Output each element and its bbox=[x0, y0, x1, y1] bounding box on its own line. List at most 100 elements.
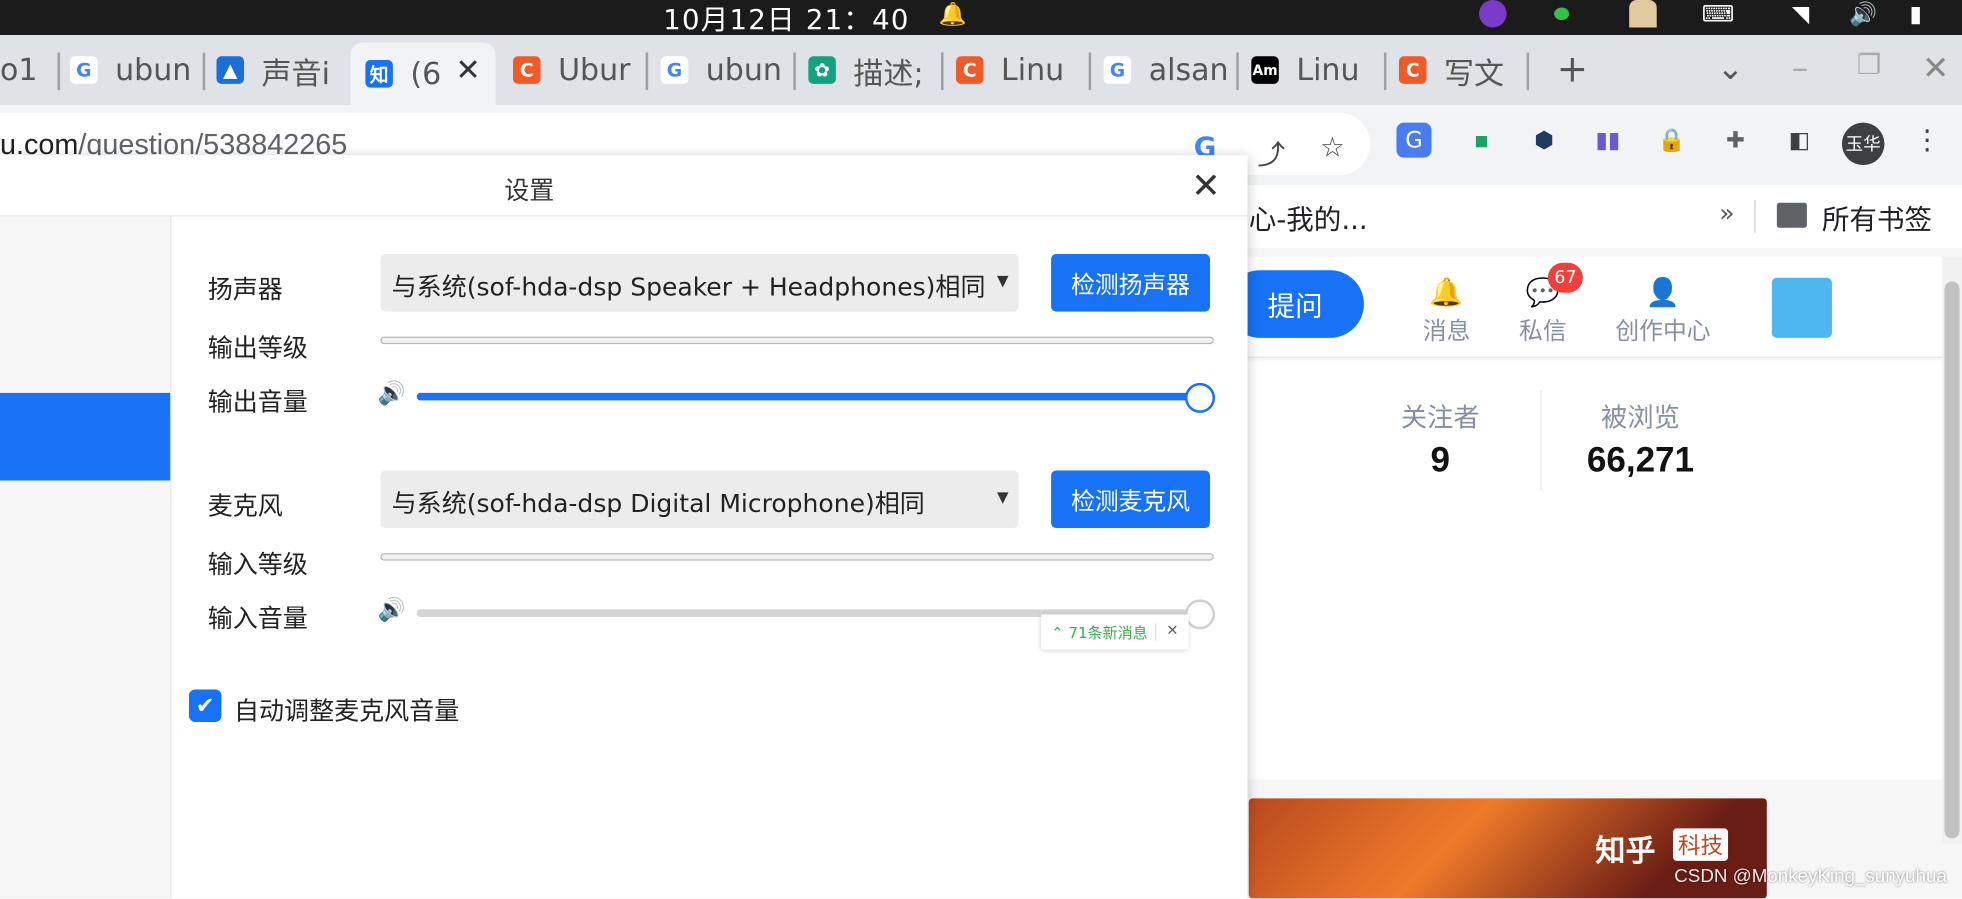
tab-title: (6 bbox=[410, 56, 442, 92]
browser-tab-strip: o1 G ubun ▲ 声音i 知 (6 ✕ C Ubur G ubun ✿ 描… bbox=[0, 35, 1962, 106]
tab-9[interactable]: G alsan bbox=[1103, 43, 1239, 98]
tab-11[interactable]: C 写文 bbox=[1398, 43, 1530, 98]
tab-title: Linu bbox=[1001, 52, 1065, 88]
settings-sidebar bbox=[0, 216, 172, 899]
creator-person-icon: 👤 bbox=[1645, 277, 1681, 310]
wifi-icon[interactable]: ◥ bbox=[1792, 0, 1809, 28]
nav-label: 消息 bbox=[1422, 317, 1471, 346]
tab-7[interactable]: ✿ 描述; bbox=[808, 43, 944, 98]
lock-extension-icon[interactable]: 🔒 bbox=[1654, 123, 1689, 158]
user-avatar[interactable] bbox=[1771, 277, 1832, 338]
auto-adjust-checkbox[interactable]: ✔ bbox=[188, 689, 222, 723]
input-volume-label: 输入音量 bbox=[207, 603, 308, 634]
speaker-select[interactable]: 与系统(sof-hda-dsp Speaker + Headphones)相同 … bbox=[380, 254, 1019, 312]
test-mic-button[interactable]: 检测麦克风 bbox=[1051, 470, 1211, 529]
dropdown-arrow-icon: ▼ bbox=[996, 488, 1009, 506]
chart-app-icon: ▲ bbox=[216, 56, 245, 84]
input-volume-knob bbox=[1184, 599, 1216, 630]
tab-title: Ubur bbox=[558, 52, 631, 88]
tab-5[interactable]: C Ubur bbox=[513, 43, 649, 98]
nav-creator-center[interactable]: 👤 创作中心 bbox=[1607, 278, 1720, 347]
speaker-volume-icon[interactable]: 🔊 bbox=[378, 380, 406, 406]
sidebar-item-audio-selected[interactable] bbox=[0, 392, 171, 481]
bookmarks-divider bbox=[1754, 200, 1756, 233]
new-messages-toast[interactable]: ⌃ 71条新消息 × bbox=[1041, 614, 1189, 650]
watermark: CSDN @MonkeyKing_sunyuhua bbox=[1674, 865, 1947, 888]
mic-select-value: 与系统(sof-hda-dsp Digital Microphone)相同 bbox=[391, 488, 925, 519]
purple-extension-icon[interactable]: ▮▮ bbox=[1590, 123, 1625, 158]
output-volume-fill bbox=[416, 392, 1200, 401]
csdn-icon: C bbox=[513, 56, 541, 84]
tab-search-chevron-icon[interactable]: ⌄ bbox=[1717, 50, 1744, 88]
minimize-icon[interactable]: – bbox=[1792, 50, 1808, 88]
keyboard-icon[interactable]: ⌨ bbox=[1702, 0, 1735, 28]
bookmarks-more-chevron[interactable]: » bbox=[1719, 198, 1734, 228]
profile-avatar[interactable]: 玉华 bbox=[1841, 122, 1885, 166]
toast-divider bbox=[1154, 623, 1157, 641]
output-volume-slider[interactable] bbox=[416, 382, 1216, 413]
chatgpt-icon: ✿ bbox=[808, 56, 836, 84]
new-tab-plus-icon[interactable]: + bbox=[1557, 48, 1588, 92]
tab-2[interactable]: G ubun bbox=[70, 43, 206, 98]
csdn-icon: C bbox=[1398, 56, 1427, 84]
csdn-icon: C bbox=[955, 56, 984, 84]
mic-select[interactable]: 与系统(sof-hda-dsp Digital Microphone)相同 ▼ bbox=[380, 470, 1019, 529]
dark-extension-icon[interactable]: ⬢ bbox=[1527, 123, 1562, 158]
tab-zhihu-active[interactable]: 知 (6 ✕ bbox=[350, 42, 496, 106]
zhihu-icon: 知 bbox=[365, 60, 393, 88]
volume-icon[interactable]: 🔊 bbox=[1849, 0, 1877, 28]
puzzle-extensions-icon[interactable]: ✚ bbox=[1718, 123, 1753, 158]
battery-icon[interactable]: ▮ bbox=[1909, 0, 1921, 28]
tab-8[interactable]: C Linu bbox=[955, 43, 1092, 98]
page-scrollbar[interactable] bbox=[1942, 256, 1962, 845]
dialog-title: 设置 bbox=[504, 175, 555, 206]
test-speaker-button[interactable]: 检测扬声器 bbox=[1051, 254, 1211, 312]
dialog-close-icon[interactable]: ✕ bbox=[1191, 165, 1220, 206]
toast-text: ⌃ 71条新消息 bbox=[1051, 623, 1148, 642]
folder-icon bbox=[1776, 202, 1807, 228]
google-icon: G bbox=[1103, 56, 1132, 84]
side-panel-icon[interactable]: ◧ bbox=[1782, 123, 1817, 158]
mic-label: 麦克风 bbox=[207, 490, 283, 521]
window-close-icon[interactable]: ✕ bbox=[1922, 50, 1949, 88]
tab-close-icon[interactable]: ✕ bbox=[455, 53, 480, 88]
share-icon[interactable]: ⤴ bbox=[1258, 133, 1286, 173]
tab-title: Linu bbox=[1296, 52, 1360, 88]
views-count: 66,271 bbox=[1586, 440, 1695, 480]
system-clock[interactable]: 10月12日 21：40 bbox=[663, 0, 909, 38]
tab-6[interactable]: G ubun bbox=[660, 43, 796, 98]
tab-title: 声音i bbox=[261, 55, 330, 91]
output-volume-label: 输出音量 bbox=[207, 386, 308, 417]
toast-close-icon[interactable]: × bbox=[1166, 621, 1179, 639]
tab-1[interactable]: o1 bbox=[0, 43, 61, 98]
all-bookmarks[interactable]: 所有书签 bbox=[1822, 198, 1932, 238]
menu-kebab-icon[interactable]: ⋮ bbox=[1909, 123, 1944, 158]
tab-title: alsan bbox=[1148, 52, 1229, 88]
maximize-icon[interactable]: ❐ bbox=[1857, 50, 1882, 81]
bookmark-item[interactable]: 心-我的... bbox=[1249, 198, 1368, 238]
translate-extension-icon[interactable]: G bbox=[1396, 122, 1432, 158]
wechat-icon[interactable] bbox=[1554, 0, 1570, 28]
auto-adjust-label: 自动调整麦克风音量 bbox=[233, 695, 460, 726]
dialog-title-bar: 设置 ✕ bbox=[0, 155, 1248, 217]
tab-10[interactable]: Am Linu bbox=[1251, 43, 1387, 98]
bell-icon[interactable]: 🔔 bbox=[938, 0, 966, 28]
dropdown-arrow-icon: ▼ bbox=[996, 271, 1009, 290]
green-extension-icon[interactable]: ▪ bbox=[1464, 123, 1499, 158]
tab-3[interactable]: ▲ 声音i bbox=[216, 43, 341, 98]
scrollbar-thumb[interactable] bbox=[1944, 281, 1960, 839]
tab-title: 写文 bbox=[1444, 55, 1505, 91]
star-bookmark-icon[interactable]: ☆ bbox=[1320, 133, 1345, 164]
banner-title: 知乎 bbox=[1595, 833, 1656, 869]
flame-app-icon[interactable] bbox=[1477, 0, 1510, 28]
output-volume-knob[interactable] bbox=[1184, 382, 1216, 413]
unread-badge: 67 bbox=[1547, 262, 1583, 293]
settings-dialog: 设置 ✕ 扬声器 与系统(sof-hda-dsp Speaker + Headp… bbox=[0, 155, 1248, 899]
tab-title: ubun bbox=[705, 52, 782, 88]
followers-count[interactable]: 9 bbox=[1340, 440, 1540, 480]
cat-app-icon[interactable] bbox=[1627, 0, 1660, 28]
nav-messages[interactable]: 🔔 消息 bbox=[1403, 278, 1491, 347]
google-icon: G bbox=[70, 56, 98, 84]
bell-icon: 🔔 bbox=[1429, 277, 1464, 310]
input-level-label: 输入等级 bbox=[207, 549, 308, 580]
